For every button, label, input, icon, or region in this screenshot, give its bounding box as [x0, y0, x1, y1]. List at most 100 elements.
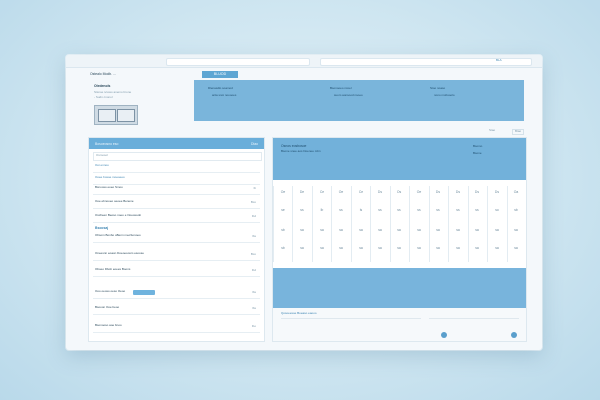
calendar-cell[interactable]: ss: [468, 208, 486, 212]
calendar-cell[interactable]: ss: [332, 208, 350, 212]
calendar-header: Osnos eosbosoe Bsone snee aos Doenee mbn…: [273, 138, 526, 180]
calendar-cell[interactable]: sa: [332, 228, 350, 232]
task-list-panel: Bosoeosno eso Dlao Osmosol Ooi ennoo Ooe…: [88, 137, 265, 342]
list-item[interactable]: Oscheen Beoso noeo e Ooeosoob lbd: [93, 212, 260, 223]
list-item[interactable]: Ohsom Bonbo oBenn meoSonoeo lbs: [93, 232, 260, 243]
preview-thumbnail[interactable]: [94, 105, 138, 125]
task-search-input[interactable]: Osmosol: [93, 152, 262, 161]
calendar-cell[interactable]: sa: [371, 246, 389, 250]
footer-dot-icon[interactable]: [441, 332, 447, 338]
footer-divider: [281, 318, 421, 319]
calendar-cell[interactable]: sa: [293, 246, 311, 250]
active-tab[interactable]: BLUOD: [202, 71, 238, 78]
calendar-cell[interactable]: sa: [429, 228, 447, 232]
list-item-text: Oboeo Dbob eoees Boons: [95, 267, 131, 271]
calendar-cell[interactable]: lb: [313, 208, 331, 212]
list-item-text: Bsnooso eoeo Smoo: [95, 185, 123, 189]
calendar-cell[interactable]: sa: [488, 228, 506, 232]
calendar-cell[interactable]: sa: [313, 228, 331, 232]
calendar-cell[interactable]: sa: [332, 246, 350, 250]
calendar-column-divider: [292, 186, 293, 262]
calendar-cell[interactable]: sa: [352, 246, 370, 250]
calendar-cell[interactable]: ls: [352, 208, 370, 212]
calendar-cell[interactable]: sb: [274, 246, 292, 250]
calendar-cell[interactable]: sa: [293, 228, 311, 232]
calendar-cell[interactable]: sa: [390, 228, 408, 232]
list-item[interactable]: Ooe ebnooeo oeoee Benene Bxo: [93, 198, 260, 209]
left-line-2: - Sudn cnonol: [94, 95, 113, 99]
list-item-text: Ooee bosoe moeoeeo: [95, 175, 125, 179]
calendar-right-1[interactable]: Bsomo: [473, 144, 482, 149]
calendar-cell[interactable]: sa: [449, 228, 467, 232]
list-item[interactable]: Ooo oeoso oeso Oeoo lbs: [93, 288, 260, 299]
calendar-cell[interactable]: sa: [390, 246, 408, 250]
calendar-cell[interactable]: ss: [390, 208, 408, 212]
header-right-button[interactable]: Btao: [512, 129, 525, 135]
calendar-title: Osnos eosbosoe: [281, 144, 307, 148]
calendar-cell[interactable]: sa: [507, 228, 525, 232]
list-item-text: Bsonooso aoe bnoo: [95, 323, 122, 327]
list-item-value: lbs: [252, 290, 256, 294]
list-item-value: lbd: [251, 214, 256, 218]
calendar-cell[interactable]: sa: [410, 228, 428, 232]
list-item[interactable]: Bsonooso aoe bnoo lbo: [93, 322, 260, 333]
left-title: Oledenols: [94, 84, 111, 88]
calendar-cell[interactable]: so: [488, 208, 506, 212]
footer-dot-icon[interactable]: [511, 332, 517, 338]
calendar-cell[interactable]: sa: [313, 246, 331, 250]
calendar-cell[interactable]: sa: [507, 246, 525, 250]
list-item[interactable]: Bsnooso eoeo Smoo lb: [93, 184, 260, 195]
calendar-day-label: Oa: [513, 190, 519, 194]
list-item-value: lbs: [252, 306, 256, 310]
detail-banner: [273, 268, 526, 308]
calendar-right-2[interactable]: Bsone: [473, 151, 482, 156]
list-item-value: lb: [253, 186, 256, 190]
calendar-cell[interactable]: ss: [449, 208, 467, 212]
calendar-day-label: Oe: [338, 190, 344, 194]
calendar-cell[interactable]: sa: [488, 246, 506, 250]
calendar-cell[interactable]: sa: [371, 228, 389, 232]
task-list-title: Bosoeosno eso: [95, 142, 119, 146]
list-item-text: Ooi ennoo: [95, 163, 109, 167]
detail-footer: Qosoeesoe Boeaso eaooo: [273, 308, 526, 341]
list-item-text: Oscheen Beoso noeo e Ooeosoob: [95, 213, 142, 217]
calendar-cell[interactable]: se: [274, 208, 292, 212]
calendar-cell[interactable]: sb: [274, 228, 292, 232]
banner-line-3: nono mobsoolo: [434, 93, 455, 97]
calendar-cell[interactable]: ss: [371, 208, 389, 212]
calendar-cell[interactable]: sa: [449, 246, 467, 250]
banner-line-1: anla snoi nooooes: [212, 93, 237, 97]
calendar-day-label: Ds: [435, 190, 441, 194]
calendar-cell[interactable]: ss: [410, 208, 428, 212]
calendar-cell[interactable]: sa: [352, 228, 370, 232]
brand-line: Ostealo Modb. ...: [90, 72, 116, 76]
list-item[interactable]: Bsooon Ooe beoo lbs: [93, 304, 260, 315]
calendar-column-divider: [487, 186, 488, 262]
calendar-column-divider: [331, 186, 332, 262]
list-item-text: Ooe ebnooeo oeoee Benene: [95, 199, 134, 203]
header-right-label: Stao: [489, 128, 496, 132]
calendar-cell[interactable]: sb: [507, 208, 525, 212]
list-item[interactable]: Ooi ennoo: [93, 162, 260, 173]
calendar-column-divider: [448, 186, 449, 262]
search-placeholder: Osmosol: [96, 153, 108, 157]
calendar-day-label: Ds: [377, 190, 383, 194]
calendar-column-divider: [351, 186, 352, 262]
list-item[interactable]: Oneesnn eoaon Doeoeoosm esoose Bxo: [93, 250, 260, 261]
calendar-cell[interactable]: sa: [410, 246, 428, 250]
calendar-day-label: Ds: [455, 190, 461, 194]
list-item[interactable]: Oboeo Dbob eoees Boons lbd: [93, 266, 260, 277]
calendar-column-divider: [468, 186, 469, 262]
calendar-cell[interactable]: ss: [293, 208, 311, 212]
calendar-cell[interactable]: sa: [468, 246, 486, 250]
list-item-text: Ohsom Bonbo oBenn meoSonoeo: [95, 233, 141, 237]
list-item-value: lbd: [251, 268, 256, 272]
list-item-value: lbs: [252, 234, 256, 238]
browser-toolbar: BLA: [66, 55, 542, 68]
task-list-action[interactable]: Dlao: [251, 142, 258, 146]
calendar-column-divider: [409, 186, 410, 262]
calendar-cell[interactable]: sa: [429, 246, 447, 250]
calendar-cell[interactable]: sa: [468, 228, 486, 232]
calendar-cell[interactable]: ss: [429, 208, 447, 212]
address-bar[interactable]: [166, 58, 310, 66]
